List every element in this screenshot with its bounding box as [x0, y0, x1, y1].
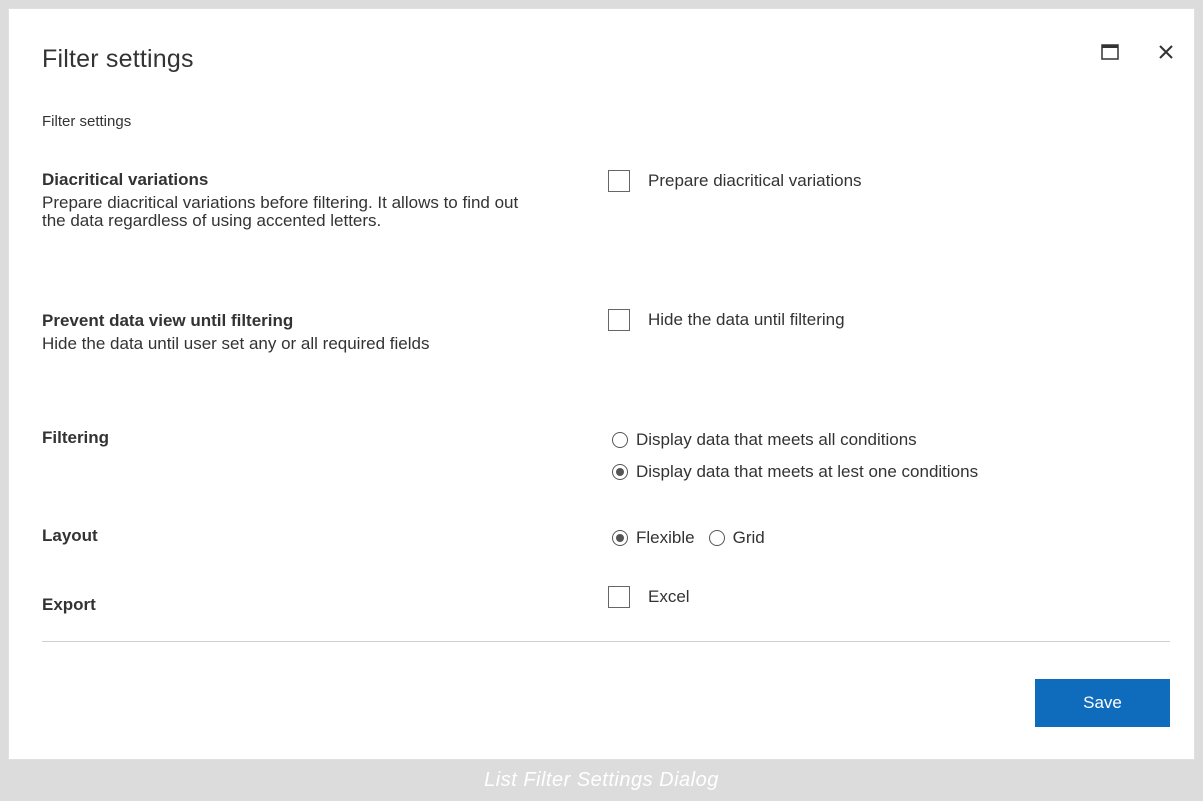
- prevent-view-checkbox[interactable]: [608, 309, 630, 331]
- export-row: Export Excel: [42, 586, 1172, 615]
- layout-option-flexible-label[interactable]: Flexible: [636, 528, 695, 548]
- figure-caption: List Filter Settings Dialog: [484, 769, 719, 791]
- diacritical-row: Diacritical variations Prepare diacritic…: [42, 170, 1172, 230]
- filtering-control: Display data that meets all conditions D…: [612, 424, 978, 488]
- dialog-title: Filter settings: [42, 45, 194, 73]
- prevent-view-description: Hide the data until user set any or all …: [42, 334, 430, 353]
- export-label: Export: [42, 595, 96, 614]
- diacritical-checkbox[interactable]: [608, 170, 630, 192]
- dialog-subtitle: Filter settings: [42, 113, 132, 130]
- filtering-label: Filtering: [42, 428, 110, 447]
- layout-option-flexible[interactable]: Flexible: [612, 522, 695, 554]
- close-icon: [1159, 45, 1173, 59]
- diacritical-checkbox-label[interactable]: Prepare diacritical variations: [648, 171, 862, 191]
- diacritical-label: Diacritical variations: [42, 170, 209, 189]
- filtering-radio-all[interactable]: [612, 432, 628, 448]
- footer-divider: [42, 641, 1170, 642]
- prevent-view-checkbox-label[interactable]: Hide the data until filtering: [648, 310, 845, 330]
- save-button[interactable]: Save: [1035, 679, 1170, 727]
- filtering-option-all[interactable]: Display data that meets all conditions: [612, 424, 917, 456]
- prevent-view-control: Hide the data until filtering: [608, 309, 845, 331]
- export-excel-label[interactable]: Excel: [648, 587, 690, 607]
- filtering-row: Filtering Display data that meets all co…: [42, 428, 1172, 481]
- prevent-view-label: Prevent data view until filtering: [42, 311, 294, 330]
- layout-radio-flexible[interactable]: [612, 530, 628, 546]
- filter-settings-dialog: Filter settings Filter settings Diacriti…: [8, 8, 1195, 760]
- layout-label: Layout: [42, 526, 98, 545]
- diacritical-description: Prepare diacritical variations before fi…: [42, 193, 519, 230]
- layout-control: Flexible Grid: [612, 522, 765, 554]
- close-button[interactable]: [1153, 39, 1179, 65]
- filtering-option-all-label[interactable]: Display data that meets all conditions: [636, 430, 917, 450]
- filtering-option-one-label[interactable]: Display data that meets at lest one cond…: [636, 462, 978, 482]
- layout-radio-grid[interactable]: [708, 530, 725, 546]
- maximize-icon: [1101, 44, 1119, 60]
- maximize-button[interactable]: [1097, 39, 1123, 65]
- export-control: Excel: [608, 586, 690, 608]
- filtering-radio-one[interactable]: [612, 464, 628, 480]
- layout-row: Layout Flexible Grid: [42, 526, 1172, 547]
- prevent-view-row: Prevent data view until filtering Hide t…: [42, 309, 1172, 353]
- export-excel-checkbox[interactable]: [608, 586, 630, 608]
- filtering-option-one[interactable]: Display data that meets at lest one cond…: [612, 456, 978, 488]
- layout-option-grid-label[interactable]: Grid: [733, 528, 765, 548]
- layout-option-grid[interactable]: Grid: [708, 522, 765, 554]
- diacritical-control: Prepare diacritical variations: [608, 170, 862, 192]
